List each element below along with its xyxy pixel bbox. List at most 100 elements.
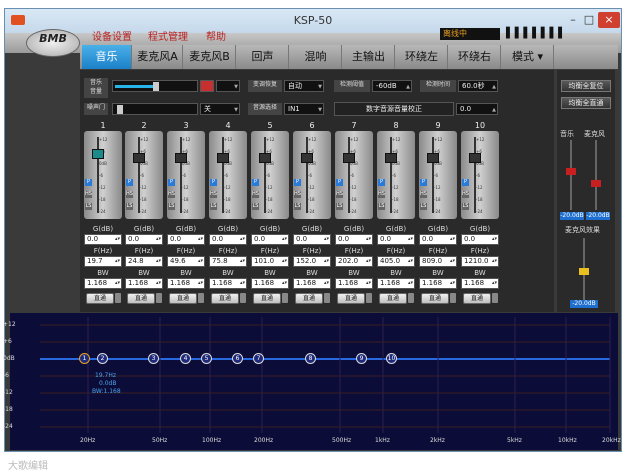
fader-knob[interactable] xyxy=(385,153,397,163)
bypass-button[interactable]: 直通 xyxy=(463,293,491,304)
bypass-toggle-icon[interactable] xyxy=(492,293,498,303)
band-fader[interactable]: +12+60dB-6-12-18-24PHSLS xyxy=(167,131,205,219)
music-volume-slider[interactable] xyxy=(112,80,198,92)
mic-master-fader[interactable] xyxy=(591,140,601,210)
noise-gate-slider[interactable] xyxy=(112,103,198,115)
tab-surround-left[interactable]: 环绕左 xyxy=(396,45,448,69)
menu-device-settings[interactable]: 设备设置 xyxy=(92,28,132,43)
high-shelf-button[interactable]: HS xyxy=(252,191,259,198)
gain-field[interactable]: 0.0 ▴▾ xyxy=(167,234,205,245)
freq-field[interactable]: 24.8 ▴▾ xyxy=(125,256,163,267)
bypass-toggle-icon[interactable] xyxy=(450,293,456,303)
fader-knob[interactable] xyxy=(591,180,601,187)
tab-main-output[interactable]: 主输出 xyxy=(343,45,395,69)
freq-field[interactable]: 101.0 ▴▾ xyxy=(251,256,289,267)
menu-help[interactable]: 帮助 xyxy=(206,28,226,43)
bypass-button[interactable]: 直通 xyxy=(211,293,239,304)
high-shelf-button[interactable]: HS xyxy=(294,191,301,198)
freq-field[interactable]: 19.7 ▴▾ xyxy=(84,256,122,267)
noise-gate-knob[interactable] xyxy=(117,105,124,114)
band-fader[interactable]: +12+60dB-6-12-18-24PHSLS xyxy=(251,131,289,219)
gain-field[interactable]: 0.0 ▴▾ xyxy=(209,234,247,245)
low-shelf-button[interactable]: LS xyxy=(210,203,217,210)
fader-knob[interactable] xyxy=(469,153,481,163)
high-shelf-button[interactable]: HS xyxy=(420,191,427,198)
bypass-toggle-icon[interactable] xyxy=(198,293,204,303)
bypass-button[interactable]: 直通 xyxy=(169,293,197,304)
low-shelf-button[interactable]: LS xyxy=(252,203,259,210)
eq-node-3[interactable]: 3 xyxy=(148,353,159,364)
fader-knob[interactable] xyxy=(92,149,104,159)
low-shelf-button[interactable]: LS xyxy=(336,203,343,210)
source-select[interactable]: IN1 ▼ xyxy=(284,103,324,115)
eq-node-6[interactable]: 6 xyxy=(232,353,243,364)
direct-all-eq-button[interactable]: 均衡全直通 xyxy=(561,97,611,109)
bw-field[interactable]: 1.168 ▴▾ xyxy=(335,278,373,289)
bypass-button[interactable]: 直通 xyxy=(295,293,323,304)
fader-knob[interactable] xyxy=(217,153,229,163)
bypass-toggle-icon[interactable] xyxy=(366,293,372,303)
detect-time-field[interactable]: 60.0秒 ▲ xyxy=(458,80,498,92)
peak-filter-button[interactable]: P xyxy=(294,179,301,186)
fader-knob[interactable] xyxy=(427,153,439,163)
gain-field[interactable]: 0.0 ▴▾ xyxy=(125,234,163,245)
tab-reverb[interactable]: 混响 xyxy=(290,45,342,69)
band-fader[interactable]: +12+60dB-6-12-18-24PHSLS xyxy=(84,131,122,219)
low-shelf-button[interactable]: LS xyxy=(85,203,92,210)
mute-icon[interactable] xyxy=(200,80,214,92)
tab-mode[interactable]: 模式 ▾ xyxy=(502,45,554,69)
peak-filter-button[interactable]: P xyxy=(252,179,259,186)
fader-knob[interactable] xyxy=(579,268,589,275)
bw-field[interactable]: 1.168 ▴▾ xyxy=(419,278,457,289)
tab-music[interactable]: 音乐 xyxy=(82,45,132,69)
band-fader[interactable]: +12+60dB-6-12-18-24PHSLS xyxy=(293,131,331,219)
eq-node-1[interactable]: 1 xyxy=(79,353,90,364)
bypass-toggle-icon[interactable] xyxy=(408,293,414,303)
eq-node-5[interactable]: 5 xyxy=(201,353,212,364)
gain-field[interactable]: 0.0 ▴▾ xyxy=(251,234,289,245)
low-shelf-button[interactable]: LS xyxy=(378,203,385,210)
tab-echo[interactable]: 回声 xyxy=(237,45,289,69)
gain-field[interactable]: 0.0 ▴▾ xyxy=(293,234,331,245)
peak-filter-button[interactable]: P xyxy=(462,179,469,186)
peak-filter-button[interactable]: P xyxy=(336,179,343,186)
band-fader[interactable]: +12+60dB-6-12-18-24PHSLS xyxy=(377,131,415,219)
eq-node-9[interactable]: 9 xyxy=(356,353,367,364)
music-volume-knob[interactable] xyxy=(152,82,159,91)
bw-field[interactable]: 1.168 ▴▾ xyxy=(377,278,415,289)
gain-field[interactable]: 0.0 ▴▾ xyxy=(419,234,457,245)
freq-field[interactable]: 75.8 ▴▾ xyxy=(209,256,247,267)
tab-surround-right[interactable]: 环绕右 xyxy=(449,45,501,69)
bypass-toggle-icon[interactable] xyxy=(282,293,288,303)
bw-field[interactable]: 1.168 ▴▾ xyxy=(293,278,331,289)
fader-knob[interactable] xyxy=(175,153,187,163)
reset-all-eq-button[interactable]: 均衡全复位 xyxy=(561,80,611,92)
eq-node-10[interactable]: 10 xyxy=(386,353,397,364)
fader-knob[interactable] xyxy=(566,168,576,175)
bw-field[interactable]: 1.168 ▴▾ xyxy=(461,278,499,289)
eq-node-4[interactable]: 4 xyxy=(180,353,191,364)
digital-calibration-field[interactable]: 0.0 ▲ xyxy=(456,103,498,115)
close-button[interactable]: × xyxy=(598,12,620,28)
freq-field[interactable]: 405.0 ▴▾ xyxy=(377,256,415,267)
noise-gate-select[interactable]: 关 ▼ xyxy=(200,103,240,115)
low-shelf-button[interactable]: LS xyxy=(126,203,133,210)
peak-filter-button[interactable]: P xyxy=(126,179,133,186)
music-volume-dropdown[interactable]: ▼ xyxy=(216,80,240,92)
peak-filter-button[interactable]: P xyxy=(378,179,385,186)
bypass-button[interactable]: 直通 xyxy=(86,293,114,304)
fader-knob[interactable] xyxy=(301,153,313,163)
band-fader[interactable]: +12+60dB-6-12-18-24PHSLS xyxy=(209,131,247,219)
low-shelf-button[interactable]: LS xyxy=(420,203,427,210)
bw-field[interactable]: 1.168 ▴▾ xyxy=(84,278,122,289)
high-shelf-button[interactable]: HS xyxy=(336,191,343,198)
menu-program-manage[interactable]: 程式管理 xyxy=(148,28,188,43)
peak-filter-button[interactable]: P xyxy=(210,179,217,186)
high-shelf-button[interactable]: HS xyxy=(210,191,217,198)
band-fader[interactable]: +12+60dB-6-12-18-24PHSLS xyxy=(461,131,499,219)
low-shelf-button[interactable]: LS xyxy=(462,203,469,210)
low-shelf-button[interactable]: LS xyxy=(294,203,301,210)
music-master-fader[interactable] xyxy=(566,140,576,210)
band-fader[interactable]: +12+60dB-6-12-18-24PHSLS xyxy=(125,131,163,219)
bw-field[interactable]: 1.168 ▴▾ xyxy=(209,278,247,289)
